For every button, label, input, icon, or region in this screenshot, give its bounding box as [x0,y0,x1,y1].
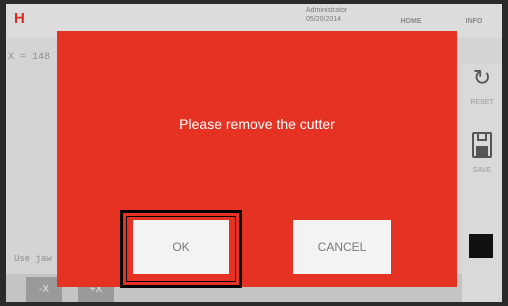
user-name: Administrator [306,7,348,14]
reset-arrow-icon[interactable]: ↻ [470,66,494,90]
date-text: 05/20/2014 [306,16,342,23]
info-button[interactable]: INFO [450,8,498,34]
floppy-disk-icon[interactable] [472,132,492,158]
reset-label: RESET [470,99,494,106]
user-date-info: Administrator 05/20/2014 [306,6,347,24]
color-swatch[interactable] [469,234,493,258]
ok-button[interactable]: OK [133,220,229,274]
save-label: SAVE [472,167,492,174]
app-logo: H [14,10,25,27]
dialog-message: Please remove the cutter [179,116,335,132]
cancel-button[interactable]: CANCEL [293,220,391,274]
jaw-instruction-text: Use jaw [14,254,52,264]
alert-dialog: Please remove the cutter [57,31,457,287]
coordinate-readout: X = 148 [8,52,51,63]
